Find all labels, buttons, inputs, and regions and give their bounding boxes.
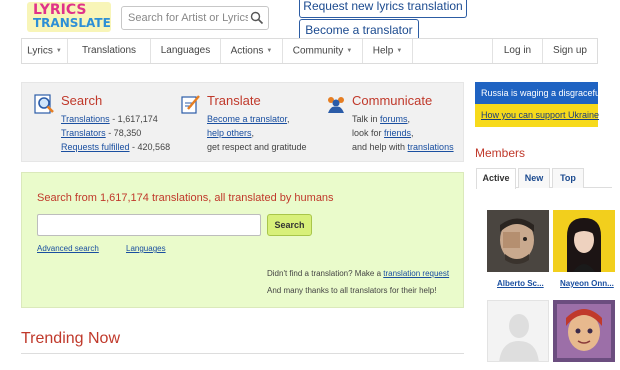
- main-search-input[interactable]: [37, 214, 261, 236]
- nav-languages[interactable]: Languages: [151, 39, 221, 63]
- trending-title: Trending Now: [21, 330, 121, 347]
- request-translation-button[interactable]: Request new lyrics translation: [299, 0, 467, 18]
- help-others-link[interactable]: help others: [207, 128, 252, 138]
- pen-paper-icon: [181, 95, 200, 114]
- site-logo[interactable]: LYRICS TRANSLATE: [27, 2, 111, 32]
- divider: [21, 353, 464, 354]
- feature-search-line-3: Requests fulfilled - 420,568: [61, 142, 171, 152]
- search-button[interactable]: Search: [267, 214, 312, 236]
- ukraine-banner-link-row: How you can support Ukraine: [475, 104, 599, 127]
- languages-link[interactable]: Languages: [126, 244, 166, 253]
- logo-line-2: TRANSLATE: [33, 16, 111, 30]
- thanks-note: And many thanks to all translators for t…: [267, 286, 437, 295]
- default-avatar-icon: [488, 301, 548, 361]
- header-search-input[interactable]: [122, 7, 248, 29]
- members-title: Members: [475, 146, 526, 160]
- caret-down-icon: ▼: [346, 48, 353, 54]
- member-photo-2: [553, 210, 615, 272]
- ukraine-banner: Russia is waging a disgraceful How you c…: [475, 82, 599, 127]
- feature-communicate-line-3: and help with translations: [352, 142, 454, 152]
- translations-count-link[interactable]: Translations: [61, 114, 110, 124]
- translations-link[interactable]: translations: [408, 142, 454, 152]
- feature-search-title: Search: [61, 93, 103, 108]
- nav-community[interactable]: Community ▼: [283, 39, 363, 63]
- nav-lyrics[interactable]: Lyrics ▼: [22, 39, 68, 63]
- feature-translate-line-1: Become a translator,: [207, 114, 290, 124]
- search-panel: Search from 1,617,174 translations, all …: [21, 172, 464, 308]
- forums-link[interactable]: forums: [380, 114, 408, 124]
- nav-signup[interactable]: Sign up: [543, 39, 597, 63]
- member-name-1[interactable]: Alberto Sc...: [497, 279, 544, 288]
- feature-communicate: Communicate Talk in forums, look for fri…: [317, 83, 465, 163]
- header-search: [121, 6, 269, 30]
- member-name-2[interactable]: Nayeon Onn...: [560, 279, 614, 288]
- caret-down-icon: ▼: [266, 48, 273, 54]
- avatar[interactable]: [553, 210, 615, 272]
- nav-spacer: [413, 39, 493, 63]
- ukraine-banner-text: Russia is waging a disgraceful: [475, 82, 598, 104]
- feature-translate-line-2: help others,: [207, 128, 255, 138]
- caret-down-icon: ▼: [396, 48, 403, 54]
- translation-request-link[interactable]: translation request: [383, 269, 449, 278]
- magnifier-doc-icon: [34, 94, 54, 114]
- avatar[interactable]: [487, 210, 549, 272]
- feature-communicate-line-2: look for friends,: [352, 128, 414, 138]
- tab-top[interactable]: Top: [552, 168, 584, 188]
- feature-search-line-2: Translators - 78,350: [61, 128, 142, 138]
- nav-actions[interactable]: Actions ▼: [221, 39, 283, 63]
- search-icon[interactable]: [250, 11, 264, 25]
- tab-new[interactable]: New: [518, 168, 550, 188]
- feature-communicate-title: Communicate: [352, 93, 433, 108]
- request-note: Didn't find a translation? Make a transl…: [267, 269, 450, 278]
- people-icon: [328, 97, 344, 113]
- feature-search-line-1: Translations - 1,617,174: [61, 114, 158, 124]
- features-panel: Search Translations - 1,617,174 Translat…: [21, 82, 464, 162]
- feature-translate: Translate Become a translator, help othe…: [172, 83, 317, 163]
- nav-translations[interactable]: Translations: [68, 39, 151, 63]
- search-panel-title: Search from 1,617,174 translations, all …: [37, 192, 334, 204]
- translators-count-link[interactable]: Translators: [61, 128, 106, 138]
- feature-communicate-line-1: Talk in forums,: [352, 114, 411, 124]
- requests-fulfilled-link[interactable]: Requests fulfilled: [61, 142, 130, 152]
- nav-login[interactable]: Log in: [493, 39, 543, 63]
- friends-link[interactable]: friends: [384, 128, 411, 138]
- avatar[interactable]: [553, 300, 615, 362]
- main-nav: Lyrics ▼ Translations Languages Actions ▼ …: [21, 38, 598, 64]
- members-tabs: Active New Top: [476, 168, 612, 189]
- caret-down-icon: ▼: [55, 48, 62, 54]
- member-photo-4: [553, 300, 615, 362]
- feature-translate-title: Translate: [207, 93, 261, 108]
- feature-translate-line-3: get respect and gratitude: [207, 142, 307, 152]
- support-ukraine-link[interactable]: How you can support Ukraine: [481, 110, 599, 120]
- feature-search: Search Translations - 1,617,174 Translat…: [22, 83, 172, 163]
- tab-active[interactable]: Active: [476, 168, 516, 189]
- become-translator-link[interactable]: Become a translator: [207, 114, 287, 124]
- member-photo-1: [487, 210, 549, 272]
- avatar[interactable]: [487, 300, 549, 362]
- nav-help[interactable]: Help ▼: [363, 39, 413, 63]
- advanced-search-link[interactable]: Advanced search: [37, 244, 99, 253]
